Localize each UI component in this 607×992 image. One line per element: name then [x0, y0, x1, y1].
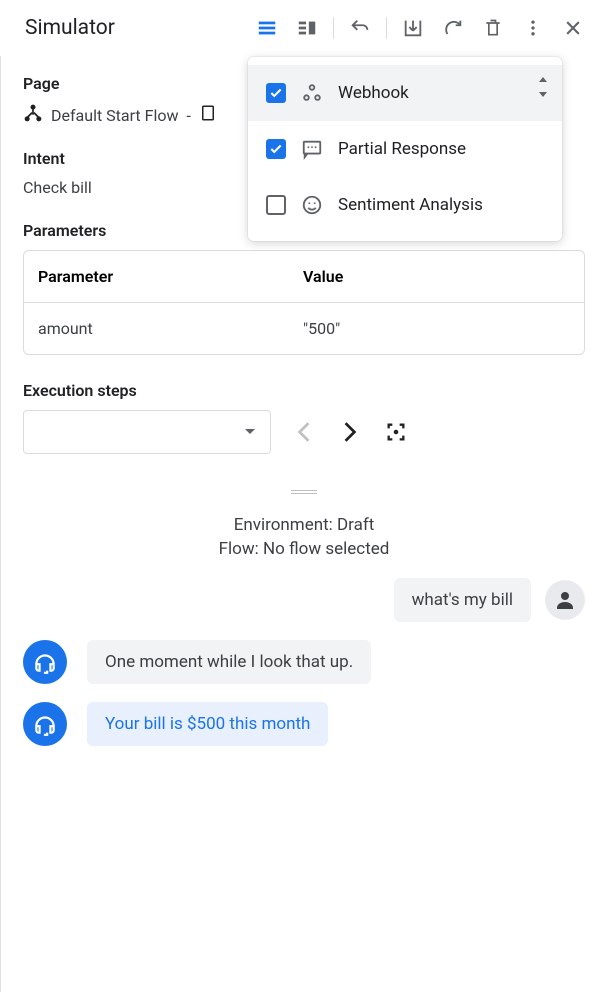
chat-log: what's my bill One moment while I look t… [23, 578, 585, 746]
message-icon [300, 137, 324, 161]
bot-avatar-icon [23, 702, 67, 746]
delete-icon[interactable] [479, 14, 507, 42]
toolbar [253, 14, 587, 42]
env-line: Environment: Draft [23, 514, 585, 538]
header: Simulator [0, 0, 607, 56]
next-step-icon[interactable] [335, 417, 365, 447]
prev-step-icon[interactable] [289, 417, 319, 447]
execution-controls [23, 410, 585, 454]
dropdown-item-webhook[interactable]: Webhook [248, 65, 562, 121]
user-bubble: what's my bill [394, 578, 531, 622]
param-value: "500" [303, 319, 570, 338]
checkbox-webhook[interactable] [266, 83, 286, 103]
flow-name: Default Start Flow [51, 106, 179, 125]
view-split-icon[interactable] [293, 14, 321, 42]
options-dropdown: Webhook Partial Response Sentiment Analy… [248, 57, 562, 241]
dropdown-label: Webhook [338, 83, 409, 103]
dropdown-label: Partial Response [338, 139, 466, 159]
flow-icon [23, 103, 43, 127]
unfold-icon[interactable] [536, 77, 550, 101]
checkbox-sentiment[interactable] [266, 195, 286, 215]
dropdown-item-sentiment[interactable]: Sentiment Analysis [248, 177, 562, 233]
execution-label: Execution steps [23, 381, 585, 400]
smile-icon [300, 193, 324, 217]
webhook-icon [300, 81, 324, 105]
user-message: what's my bill [23, 578, 585, 622]
param-name: amount [38, 319, 303, 338]
dropdown-item-partial-response[interactable]: Partial Response [248, 121, 562, 177]
environment-info: Environment: Draft Flow: No flow selecte… [23, 514, 585, 562]
undo-icon[interactable] [346, 14, 374, 42]
bot-bubble-webhook: Your bill is $500 this month [87, 702, 328, 746]
parameters-table: Parameter Value amount "500" [23, 250, 585, 355]
flow-line: Flow: No flow selected [23, 538, 585, 562]
separator [386, 17, 387, 39]
bot-avatar-icon [23, 640, 67, 684]
dropdown-label: Sentiment Analysis [338, 195, 483, 215]
step-select[interactable] [23, 410, 271, 454]
col-value: Value [303, 267, 570, 286]
simulator-title: Simulator [25, 16, 253, 40]
breadcrumb-sep: - [187, 106, 191, 125]
page-icon [199, 103, 217, 127]
table-header: Parameter Value [24, 251, 584, 303]
drag-handle[interactable] [23, 490, 585, 494]
more-icon[interactable] [519, 14, 547, 42]
user-avatar-icon [545, 580, 585, 620]
view-list-icon[interactable] [253, 14, 281, 42]
bot-bubble: One moment while I look that up. [87, 640, 371, 684]
refresh-icon[interactable] [439, 14, 467, 42]
table-row: amount "500" [24, 303, 584, 354]
col-parameter: Parameter [38, 267, 303, 286]
download-icon[interactable] [399, 14, 427, 42]
bot-message: One moment while I look that up. [23, 640, 585, 684]
step-nav [289, 417, 411, 447]
focus-icon[interactable] [381, 417, 411, 447]
close-icon[interactable] [559, 14, 587, 42]
checkbox-partial-response[interactable] [266, 139, 286, 159]
bot-message: Your bill is $500 this month [23, 702, 585, 746]
separator [333, 17, 334, 39]
